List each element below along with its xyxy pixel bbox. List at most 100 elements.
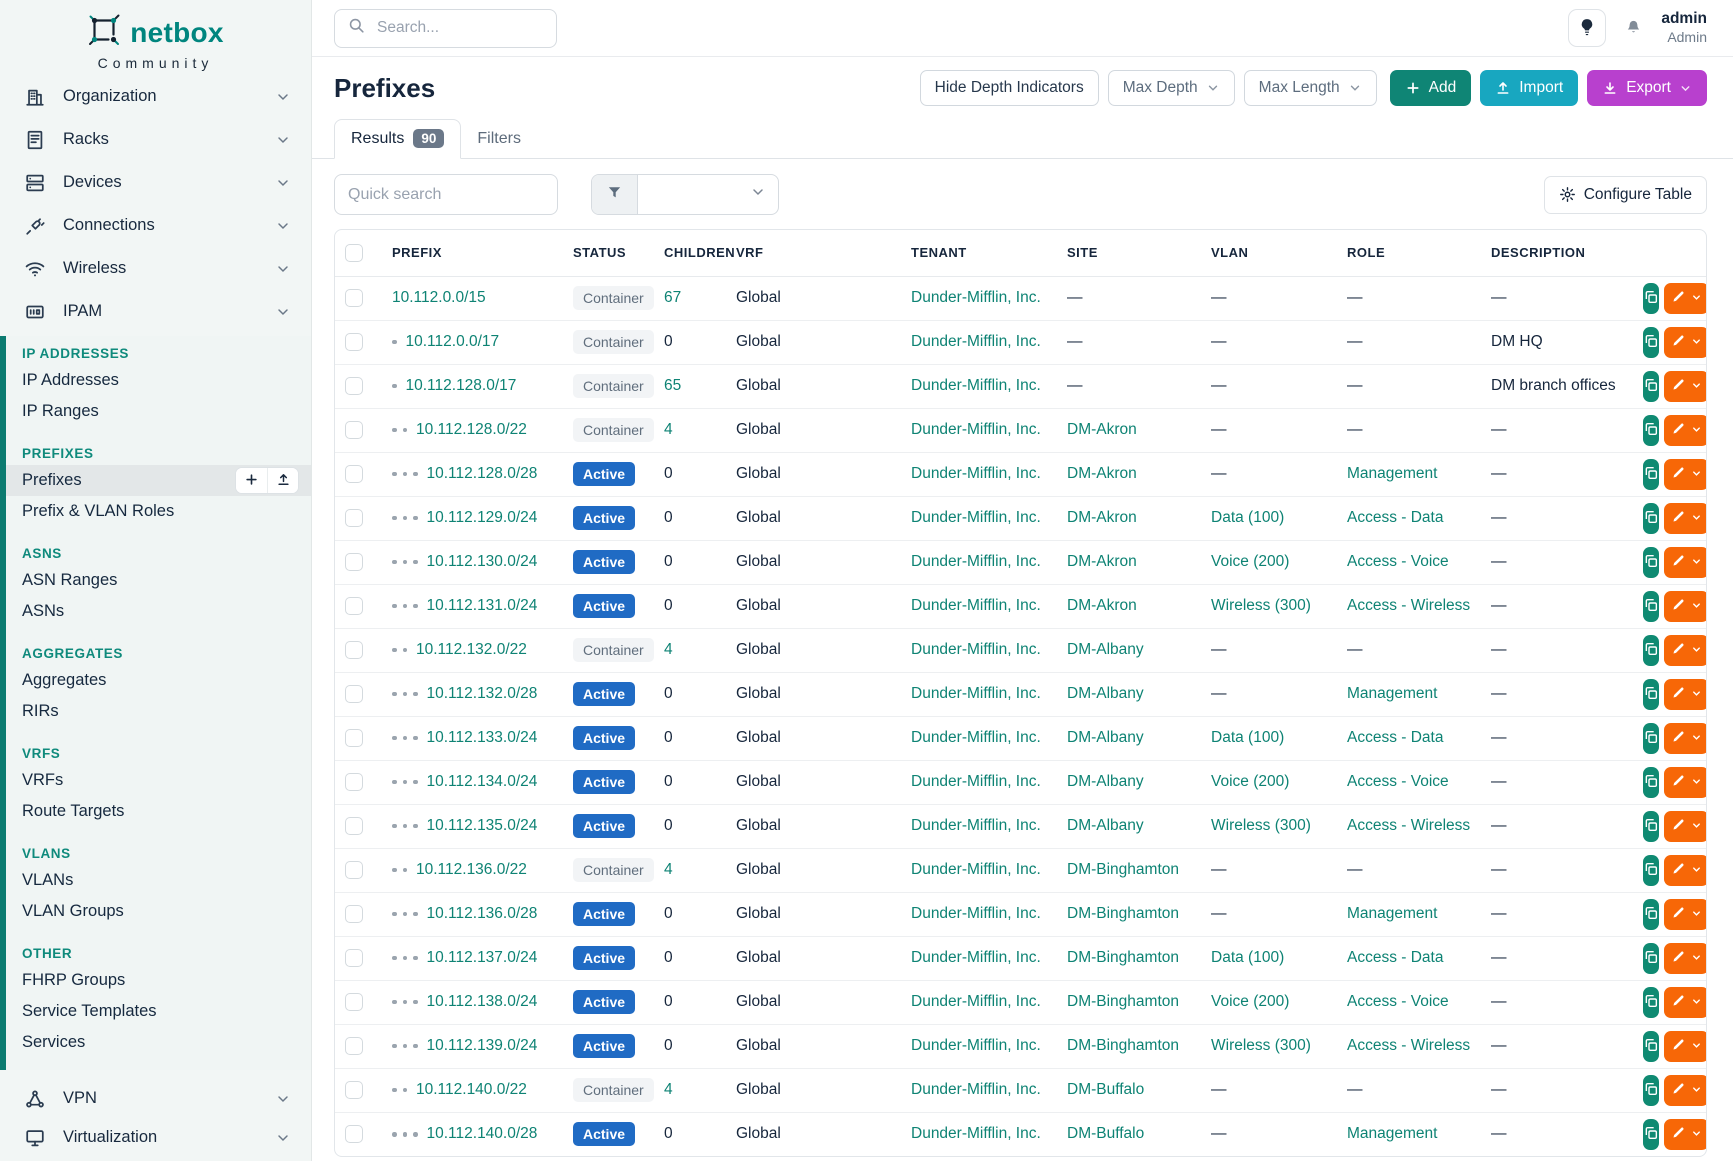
clone-button[interactable]	[1643, 723, 1659, 754]
role-link[interactable]: Management	[1347, 685, 1437, 702]
sidebar-item-vlan-groups[interactable]: VLAN Groups	[6, 896, 311, 927]
children-link[interactable]: 67	[664, 289, 681, 306]
site-link[interactable]: DM-Albany	[1067, 773, 1144, 790]
children-link[interactable]: 4	[664, 861, 673, 878]
tenant-link[interactable]: Dunder-Mifflin, Inc.	[911, 641, 1041, 658]
add-button[interactable]: Add	[1390, 70, 1472, 106]
vlan-link[interactable]: Voice (200)	[1211, 553, 1289, 570]
site-link[interactable]: DM-Binghamton	[1067, 1037, 1179, 1054]
vlan-link[interactable]: Data (100)	[1211, 949, 1284, 966]
tenant-link[interactable]: Dunder-Mifflin, Inc.	[911, 685, 1041, 702]
prefix-link[interactable]: 10.112.135.0/24	[427, 817, 538, 835]
edit-button[interactable]	[1664, 811, 1707, 842]
tenant-link[interactable]: Dunder-Mifflin, Inc.	[911, 1125, 1041, 1142]
clone-button[interactable]	[1643, 1075, 1659, 1106]
role-link[interactable]: Management	[1347, 1125, 1437, 1142]
prefix-link[interactable]: 10.112.140.0/22	[416, 1081, 527, 1099]
children-link[interactable]: 65	[664, 377, 681, 394]
sidebar-item-vlans[interactable]: VLANs	[6, 865, 311, 896]
row-checkbox[interactable]	[345, 465, 363, 483]
prefix-link[interactable]: 10.112.136.0/22	[416, 861, 527, 879]
sidebar-item-rirs[interactable]: RIRs	[6, 696, 311, 727]
sidebar-item-asn-ranges[interactable]: ASN Ranges	[6, 565, 311, 596]
edit-button[interactable]	[1664, 987, 1707, 1018]
max-length-dropdown[interactable]: Max Length	[1244, 70, 1377, 106]
edit-button[interactable]	[1664, 415, 1707, 446]
edit-button[interactable]	[1664, 1119, 1707, 1150]
global-search-input[interactable]	[375, 18, 544, 38]
clone-button[interactable]	[1643, 503, 1659, 534]
clone-button[interactable]	[1643, 767, 1659, 798]
row-checkbox[interactable]	[345, 553, 363, 571]
site-link[interactable]: DM-Buffalo	[1067, 1125, 1144, 1142]
row-checkbox[interactable]	[345, 333, 363, 351]
tenant-link[interactable]: Dunder-Mifflin, Inc.	[911, 905, 1041, 922]
site-link[interactable]: DM-Akron	[1067, 553, 1137, 570]
global-search[interactable]	[334, 9, 557, 48]
clone-button[interactable]	[1643, 855, 1659, 886]
sidebar-item-racks[interactable]: Racks	[0, 118, 311, 161]
tenant-link[interactable]: Dunder-Mifflin, Inc.	[911, 421, 1041, 438]
row-checkbox[interactable]	[345, 1125, 363, 1143]
sidebar-item-prefixes[interactable]: Prefixes	[6, 465, 311, 496]
row-checkbox[interactable]	[345, 861, 363, 879]
row-checkbox[interactable]	[345, 993, 363, 1011]
tab-filters[interactable]: Filters	[461, 121, 537, 158]
sidebar-item-fhrp-groups[interactable]: FHRP Groups	[6, 965, 311, 996]
tenant-link[interactable]: Dunder-Mifflin, Inc.	[911, 289, 1041, 306]
prefix-link[interactable]: 10.112.134.0/24	[427, 773, 538, 791]
vlan-link[interactable]: Wireless (300)	[1211, 597, 1311, 614]
prefix-link[interactable]: 10.112.128.0/28	[427, 465, 538, 483]
role-link[interactable]: Management	[1347, 465, 1437, 482]
sidebar-item-wireless[interactable]: Wireless	[0, 247, 311, 290]
sidebar-item-vrfs[interactable]: VRFs	[6, 765, 311, 796]
clone-button[interactable]	[1643, 283, 1659, 314]
edit-button[interactable]	[1664, 459, 1707, 490]
saved-filter-select[interactable]	[638, 175, 778, 214]
tenant-link[interactable]: Dunder-Mifflin, Inc.	[911, 817, 1041, 834]
vlan-link[interactable]: Wireless (300)	[1211, 817, 1311, 834]
children-link[interactable]: 4	[664, 641, 673, 658]
filter-button[interactable]	[592, 175, 638, 214]
sidebar-item-organization[interactable]: Organization	[0, 75, 311, 118]
clone-button[interactable]	[1643, 371, 1659, 402]
clone-button[interactable]	[1643, 591, 1659, 622]
sidebar-item-ipam[interactable]: IPAM	[0, 290, 311, 333]
role-link[interactable]: Access - Voice	[1347, 773, 1449, 790]
row-checkbox[interactable]	[345, 597, 363, 615]
import-button[interactable]: Import	[1480, 70, 1578, 106]
clone-button[interactable]	[1643, 415, 1659, 446]
sidebar-item-aggregates[interactable]: Aggregates	[6, 665, 311, 696]
row-checkbox[interactable]	[345, 817, 363, 835]
edit-button[interactable]	[1664, 723, 1707, 754]
children-link[interactable]: 4	[664, 421, 673, 438]
export-button[interactable]: Export	[1587, 70, 1707, 106]
site-link[interactable]: DM-Akron	[1067, 465, 1137, 482]
row-checkbox[interactable]	[345, 905, 363, 923]
role-link[interactable]: Access - Data	[1347, 729, 1443, 746]
sidebar-item-ip-addresses[interactable]: IP Addresses	[6, 365, 311, 396]
sidebar-item-circuits[interactable]: Circuits	[0, 1157, 311, 1161]
clone-button[interactable]	[1643, 943, 1659, 974]
clone-button[interactable]	[1643, 987, 1659, 1018]
row-checkbox[interactable]	[345, 421, 363, 439]
configure-table-button[interactable]: Configure Table	[1544, 176, 1707, 214]
tenant-link[interactable]: Dunder-Mifflin, Inc.	[911, 509, 1041, 526]
edit-button[interactable]	[1664, 1075, 1707, 1106]
edit-button[interactable]	[1664, 503, 1707, 534]
clone-button[interactable]	[1643, 679, 1659, 710]
edit-button[interactable]	[1664, 327, 1707, 358]
row-checkbox[interactable]	[345, 641, 363, 659]
sidebar-item-asns[interactable]: ASNs	[6, 596, 311, 627]
sidebar-item-service-templates[interactable]: Service Templates	[6, 996, 311, 1027]
role-link[interactable]: Access - Wireless	[1347, 817, 1470, 834]
site-link[interactable]: DM-Akron	[1067, 509, 1137, 526]
row-checkbox[interactable]	[345, 729, 363, 747]
prefix-link[interactable]: 10.112.136.0/28	[427, 905, 538, 923]
max-depth-dropdown[interactable]: Max Depth	[1108, 70, 1235, 106]
prefix-link[interactable]: 10.112.128.0/17	[406, 377, 517, 395]
tenant-link[interactable]: Dunder-Mifflin, Inc.	[911, 1081, 1041, 1098]
prefix-link[interactable]: 10.112.133.0/24	[427, 729, 538, 747]
row-checkbox[interactable]	[345, 773, 363, 791]
clone-button[interactable]	[1643, 635, 1659, 666]
